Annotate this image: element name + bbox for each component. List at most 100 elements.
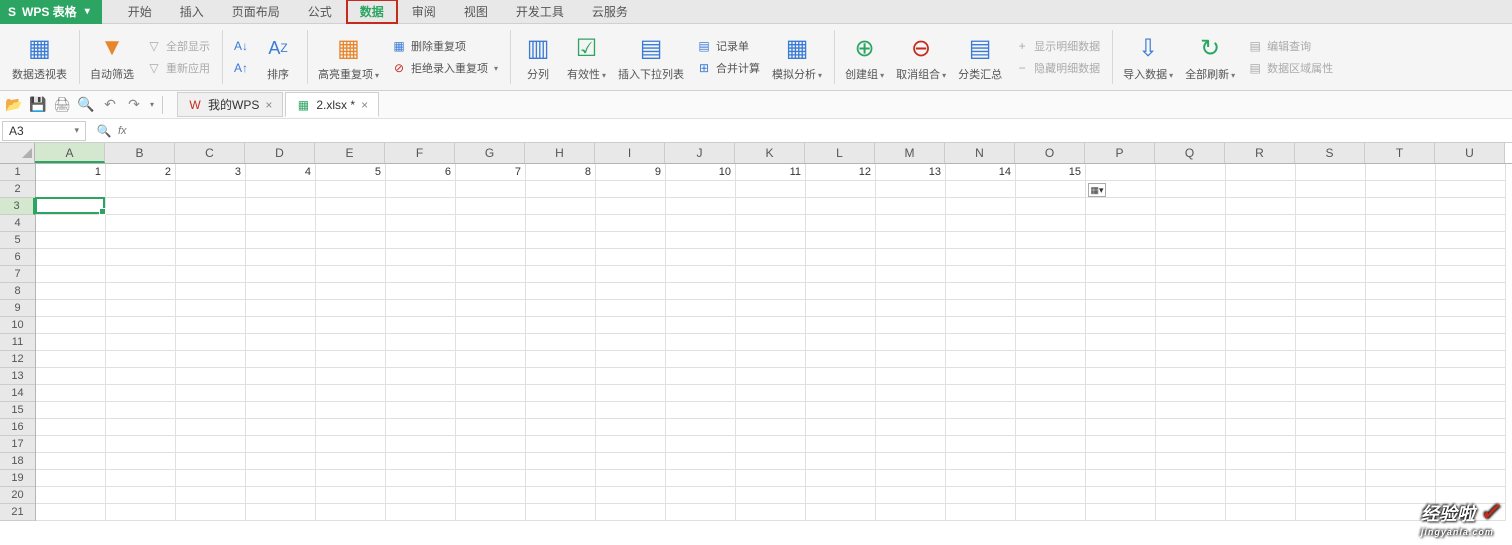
cell[interactable] bbox=[316, 283, 386, 300]
cell[interactable] bbox=[736, 334, 806, 351]
cell[interactable] bbox=[876, 419, 946, 436]
cell[interactable] bbox=[1156, 470, 1226, 487]
cell[interactable] bbox=[666, 453, 736, 470]
cell[interactable] bbox=[316, 232, 386, 249]
cell[interactable] bbox=[1226, 368, 1296, 385]
cell[interactable] bbox=[1016, 368, 1086, 385]
cell[interactable] bbox=[176, 266, 246, 283]
cell[interactable] bbox=[946, 232, 1016, 249]
cell[interactable] bbox=[176, 215, 246, 232]
menu-item-6[interactable]: 视图 bbox=[450, 0, 502, 24]
row-header[interactable]: 16 bbox=[0, 419, 35, 436]
cell[interactable] bbox=[36, 436, 106, 453]
cell[interactable] bbox=[246, 266, 316, 283]
cell[interactable] bbox=[1436, 249, 1506, 266]
close-icon[interactable]: × bbox=[265, 98, 272, 112]
cell[interactable] bbox=[106, 181, 176, 198]
cell[interactable] bbox=[666, 198, 736, 215]
cell[interactable] bbox=[106, 402, 176, 419]
cell[interactable] bbox=[736, 266, 806, 283]
cell[interactable] bbox=[1226, 300, 1296, 317]
range-props-button[interactable]: ▤数据区域属性 bbox=[1243, 58, 1337, 78]
cell[interactable]: 8 bbox=[526, 164, 596, 181]
cell[interactable]: 15 bbox=[1016, 164, 1086, 181]
cell[interactable] bbox=[876, 402, 946, 419]
cell[interactable] bbox=[1366, 453, 1436, 470]
cell[interactable] bbox=[526, 215, 596, 232]
cell[interactable] bbox=[666, 436, 736, 453]
cell[interactable] bbox=[1226, 334, 1296, 351]
cell[interactable] bbox=[1086, 266, 1156, 283]
cell[interactable] bbox=[36, 283, 106, 300]
cell[interactable] bbox=[106, 317, 176, 334]
cell[interactable] bbox=[386, 249, 456, 266]
cell[interactable] bbox=[36, 300, 106, 317]
row-header[interactable]: 11 bbox=[0, 334, 35, 351]
cell[interactable] bbox=[36, 317, 106, 334]
cell[interactable] bbox=[246, 215, 316, 232]
cell[interactable] bbox=[1156, 334, 1226, 351]
cell[interactable] bbox=[1226, 351, 1296, 368]
cell[interactable] bbox=[666, 232, 736, 249]
cell[interactable] bbox=[36, 504, 106, 521]
cell[interactable] bbox=[246, 249, 316, 266]
cell[interactable] bbox=[1436, 453, 1506, 470]
cell[interactable] bbox=[456, 402, 526, 419]
cell[interactable] bbox=[1156, 351, 1226, 368]
cell[interactable] bbox=[526, 351, 596, 368]
cell[interactable] bbox=[176, 368, 246, 385]
cell[interactable] bbox=[246, 232, 316, 249]
cell[interactable] bbox=[1226, 385, 1296, 402]
cell[interactable] bbox=[106, 419, 176, 436]
menu-item-4[interactable]: 数据 bbox=[346, 0, 398, 24]
cell[interactable] bbox=[456, 300, 526, 317]
cell[interactable] bbox=[1436, 283, 1506, 300]
cell[interactable] bbox=[386, 453, 456, 470]
cell[interactable] bbox=[1156, 164, 1226, 181]
cell[interactable] bbox=[946, 436, 1016, 453]
cell[interactable] bbox=[596, 368, 666, 385]
cell[interactable] bbox=[386, 300, 456, 317]
highlight-dup-button[interactable]: ▦ 高亮重复项▾ bbox=[314, 30, 383, 84]
cell[interactable] bbox=[1086, 419, 1156, 436]
cell[interactable] bbox=[36, 215, 106, 232]
cell[interactable] bbox=[36, 419, 106, 436]
cell[interactable] bbox=[386, 266, 456, 283]
menu-item-1[interactable]: 插入 bbox=[166, 0, 218, 24]
cell[interactable] bbox=[106, 504, 176, 521]
cell[interactable] bbox=[596, 453, 666, 470]
cell[interactable] bbox=[246, 504, 316, 521]
cell[interactable] bbox=[36, 232, 106, 249]
cell[interactable] bbox=[1296, 368, 1366, 385]
cell[interactable] bbox=[36, 266, 106, 283]
cell[interactable] bbox=[316, 402, 386, 419]
cell[interactable] bbox=[316, 266, 386, 283]
cell[interactable] bbox=[666, 249, 736, 266]
row-header[interactable]: 1 bbox=[0, 164, 35, 181]
cell[interactable] bbox=[1086, 232, 1156, 249]
autofilter-button[interactable]: ▼ 自动筛选 bbox=[86, 30, 138, 84]
cell[interactable] bbox=[1226, 164, 1296, 181]
cell[interactable] bbox=[1016, 419, 1086, 436]
cell[interactable] bbox=[176, 317, 246, 334]
cell[interactable] bbox=[1226, 266, 1296, 283]
cell[interactable] bbox=[596, 215, 666, 232]
cell[interactable] bbox=[736, 198, 806, 215]
cell[interactable] bbox=[36, 402, 106, 419]
cell[interactable] bbox=[1016, 402, 1086, 419]
cell[interactable] bbox=[1436, 419, 1506, 436]
cell[interactable] bbox=[806, 368, 876, 385]
cell[interactable] bbox=[736, 470, 806, 487]
cell[interactable] bbox=[176, 351, 246, 368]
cell[interactable] bbox=[666, 283, 736, 300]
cell[interactable] bbox=[1156, 232, 1226, 249]
cell[interactable] bbox=[176, 402, 246, 419]
cell[interactable] bbox=[736, 385, 806, 402]
cell[interactable] bbox=[386, 232, 456, 249]
cell[interactable] bbox=[1016, 504, 1086, 521]
cell[interactable] bbox=[596, 249, 666, 266]
cell[interactable] bbox=[526, 419, 596, 436]
col-header[interactable]: C bbox=[175, 143, 245, 163]
cell[interactable] bbox=[1086, 283, 1156, 300]
row-header[interactable]: 10 bbox=[0, 317, 35, 334]
